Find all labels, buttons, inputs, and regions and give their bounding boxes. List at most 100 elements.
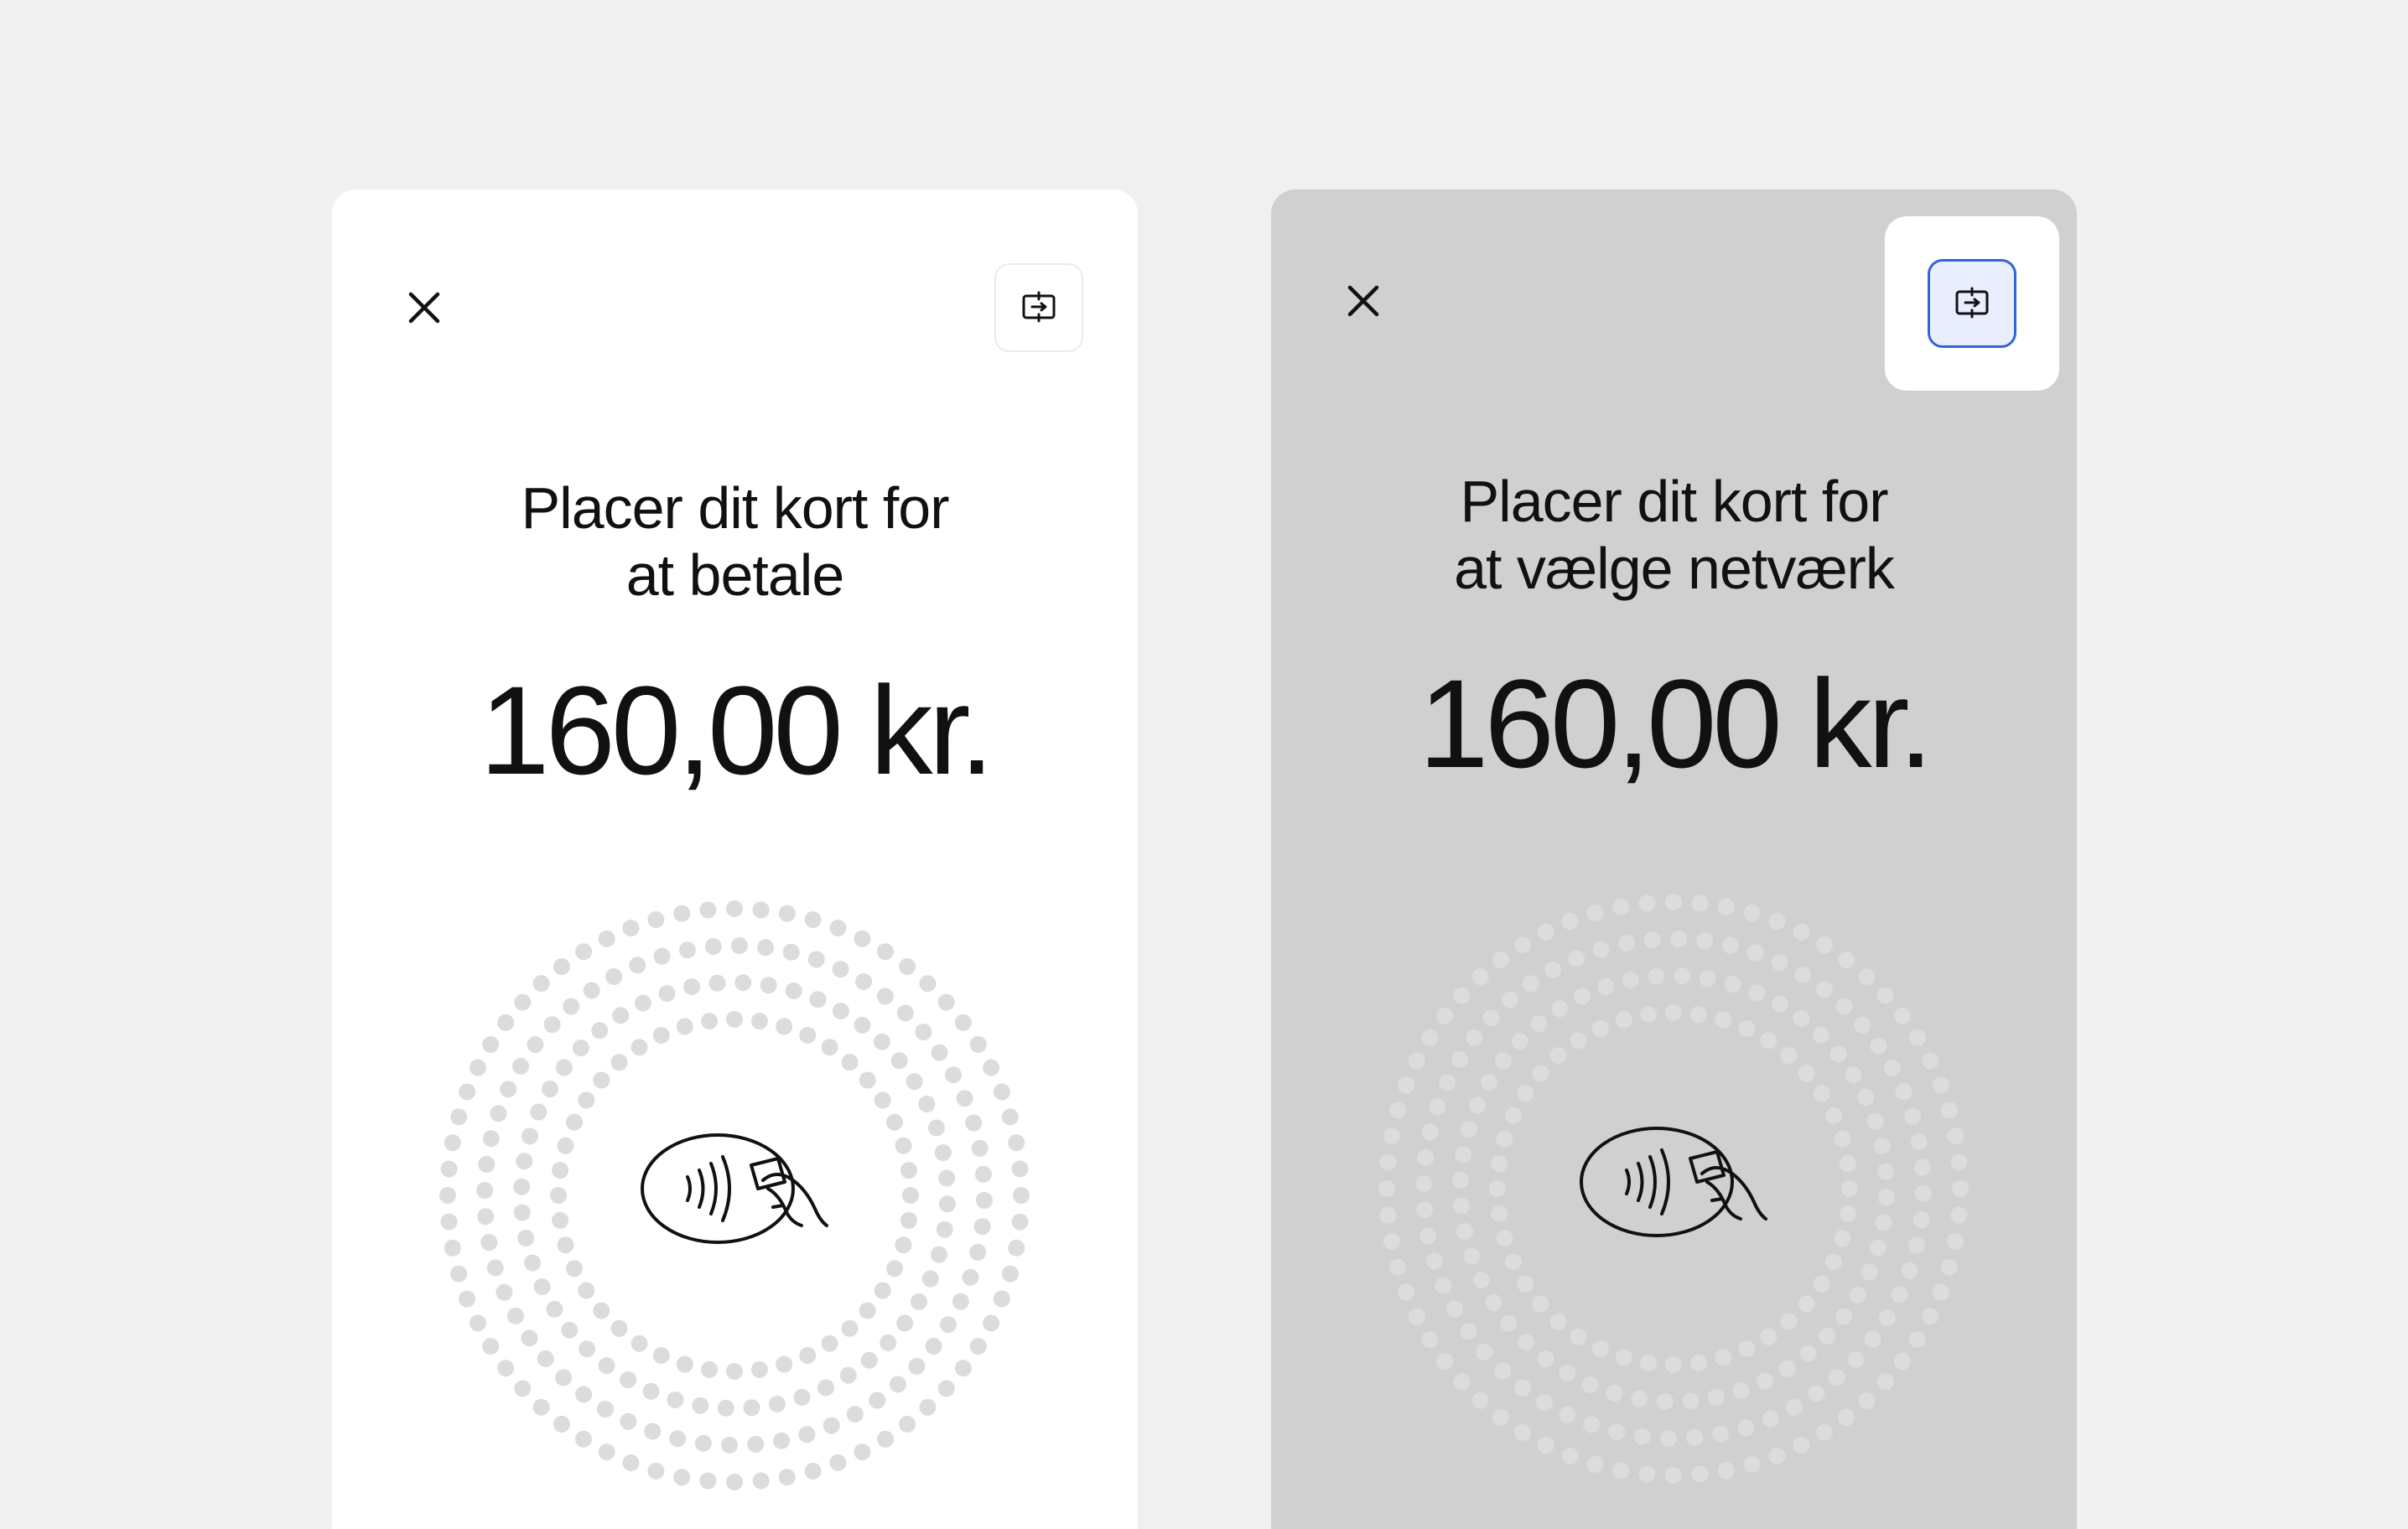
ring-dot xyxy=(478,1155,496,1173)
ring-dot xyxy=(1816,936,1833,954)
ring-dot xyxy=(1780,1313,1798,1330)
ring-dot xyxy=(973,1218,991,1236)
ring-dot xyxy=(1532,1065,1549,1082)
ring-dot xyxy=(841,1319,859,1337)
ring-dot xyxy=(1950,1206,1968,1224)
ring-dot xyxy=(1737,1419,1755,1437)
ring-dot xyxy=(1439,1074,1456,1091)
ring-dot xyxy=(829,1454,847,1471)
close-button[interactable] xyxy=(1334,272,1393,330)
ring-dot xyxy=(1712,1425,1730,1443)
ring-dot xyxy=(1514,1423,1531,1441)
ring-dot xyxy=(1436,1353,1454,1371)
ring-dot xyxy=(512,1057,529,1075)
ring-dot xyxy=(1922,1308,1939,1325)
network-select-button[interactable] xyxy=(994,263,1083,352)
ring-dot xyxy=(1876,1373,1894,1391)
ring-dot xyxy=(1834,1230,1851,1247)
ring-dot xyxy=(1453,987,1471,1004)
ring-dot xyxy=(514,1380,532,1397)
ring-dot xyxy=(1665,1356,1682,1373)
ring-dot xyxy=(1514,1379,1532,1397)
ring-dot xyxy=(854,1016,871,1034)
ring-dot xyxy=(1950,1153,1968,1171)
ring-dot xyxy=(497,1013,515,1031)
ring-dot xyxy=(667,1392,684,1408)
ring-dot xyxy=(1793,923,1810,941)
ring-dot xyxy=(1707,1388,1725,1406)
ring-dot xyxy=(652,1347,670,1364)
ring-dot xyxy=(859,1302,876,1319)
ring-dot xyxy=(1838,951,1855,969)
ring-dot xyxy=(1456,1222,1474,1240)
ring-dot xyxy=(1476,1343,1493,1361)
ring-dot xyxy=(778,1469,796,1486)
ring-dot xyxy=(1656,1392,1674,1410)
ring-dot xyxy=(752,1472,770,1490)
ring-dot xyxy=(482,1036,500,1053)
ring-dot xyxy=(983,1059,1000,1076)
network-switch-icon xyxy=(1022,291,1056,323)
ring-dot xyxy=(1551,1000,1569,1018)
ring-dot xyxy=(1466,1029,1483,1047)
ring-dot xyxy=(1860,1263,1878,1281)
contactless-reader-graphic xyxy=(433,894,1036,1497)
ring-dot xyxy=(854,930,871,947)
ring-dot xyxy=(1912,1211,1930,1229)
ring-dot xyxy=(1638,894,1656,912)
ring-dot xyxy=(497,1360,515,1377)
ring-dot xyxy=(699,1472,717,1490)
ring-dot xyxy=(1544,961,1562,978)
ring-dot xyxy=(832,1003,849,1019)
ring-dot xyxy=(1549,1313,1567,1330)
ring-dot xyxy=(785,982,802,999)
ring-dot xyxy=(673,1469,691,1486)
ring-dot xyxy=(1570,1032,1587,1050)
ring-dot xyxy=(557,1137,574,1154)
ring-dot xyxy=(969,1338,987,1355)
ring-dot xyxy=(647,911,665,929)
ring-dot xyxy=(896,1004,914,1022)
ring-dot xyxy=(704,938,722,956)
ring-dot xyxy=(676,1018,693,1035)
ring-dot xyxy=(530,1103,548,1121)
ring-dot xyxy=(1421,1331,1439,1348)
ring-dot xyxy=(931,1044,948,1061)
ring-dot xyxy=(575,943,592,961)
ring-dot xyxy=(1389,1258,1407,1276)
ring-dot xyxy=(1879,1309,1896,1327)
ring-dot xyxy=(692,1397,709,1414)
ring-dot xyxy=(880,1334,897,1351)
ring-dot xyxy=(1408,1052,1425,1070)
ring-dot xyxy=(553,958,570,976)
ring-dot xyxy=(701,1361,719,1378)
close-button[interactable] xyxy=(395,278,454,337)
payment-screen-network-highlight: Placer dit kort for at vælge netværk 160… xyxy=(1271,189,2077,1529)
ring-dot xyxy=(440,1160,458,1178)
ring-dot xyxy=(1383,1127,1400,1145)
ring-dot xyxy=(440,1213,458,1231)
ring-dot xyxy=(1932,1283,1949,1301)
ring-dot xyxy=(1586,904,1604,922)
ring-dot xyxy=(1689,1006,1707,1024)
ring-dot xyxy=(1780,1047,1798,1065)
ring-dot xyxy=(859,1071,876,1089)
ring-dot xyxy=(555,1059,573,1076)
ring-dot xyxy=(652,1027,670,1044)
ring-dot xyxy=(552,1211,569,1229)
network-select-button[interactable] xyxy=(1928,259,2016,348)
ring-dot xyxy=(1699,970,1716,987)
ring-dot xyxy=(760,977,777,994)
ring-dot xyxy=(450,1265,468,1283)
ring-dot xyxy=(635,994,651,1012)
ring-dot xyxy=(1771,996,1788,1013)
ring-dot xyxy=(1494,1362,1512,1380)
ring-dot xyxy=(1757,1372,1773,1390)
ring-dot xyxy=(899,1415,916,1433)
ring-dot xyxy=(778,904,796,922)
ring-dot xyxy=(1492,951,1509,969)
ring-dot xyxy=(1583,1416,1601,1433)
contactless-tap-card-icon xyxy=(641,1133,828,1244)
ring-dot xyxy=(673,904,691,922)
ring-dot xyxy=(1732,1381,1750,1399)
